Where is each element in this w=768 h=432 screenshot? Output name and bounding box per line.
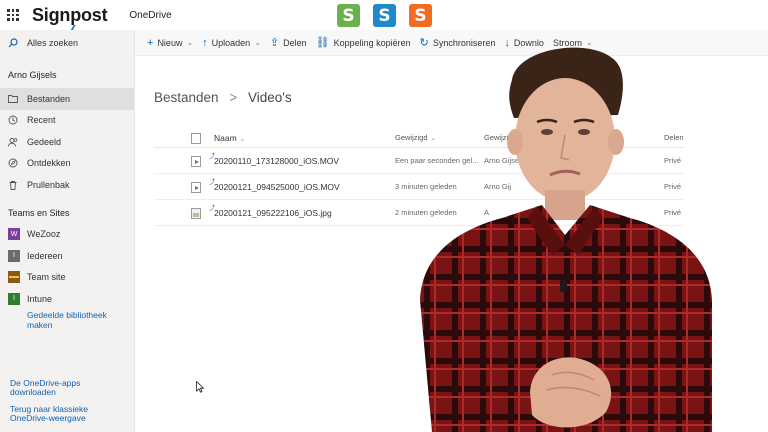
- chevron-down-icon: ⌄: [186, 38, 194, 47]
- chevron-down-icon: ⌄: [254, 38, 261, 47]
- site-item-team-site[interactable]: Team site: [0, 267, 134, 289]
- file-name[interactable]: 20200110_173128000_iOS.MOV: [214, 156, 339, 166]
- nav-item-prullenbak[interactable]: Prullenbak: [0, 174, 134, 196]
- new-button[interactable]: + Nieuw ⌄: [147, 37, 193, 49]
- link-line: OneDrive-weergave: [10, 413, 86, 423]
- file-name[interactable]: 20200121_095222106_iOS.jpg: [214, 208, 332, 218]
- site-item-label: Team site: [27, 272, 66, 283]
- breadcrumb-current: Video's: [247, 90, 292, 105]
- cmd-label: Nieuw: [157, 37, 183, 48]
- nav-item-label: Prullenbak: [27, 179, 70, 190]
- column-label: Naam: [214, 132, 237, 143]
- signpost-logo-orange: S: [409, 4, 432, 27]
- link-icon: ⛓: [315, 37, 330, 49]
- signpost-logo-green: S: [337, 4, 360, 27]
- left-nav: Alles zoeken Arno Gijsels Bestanden Rece…: [0, 30, 135, 432]
- video-file-icon: [191, 182, 201, 193]
- copy-link-button[interactable]: ⛓ Koppeling kopiëren: [316, 36, 411, 49]
- image-file-icon: [191, 208, 201, 219]
- upload-icon: ↑: [202, 36, 208, 49]
- app-name[interactable]: OneDrive: [129, 10, 171, 21]
- video-file-icon: [191, 156, 201, 167]
- site-item-label: WeZooz: [27, 229, 61, 240]
- search-icon: [8, 38, 18, 48]
- site-item-wezooz[interactable]: W WeZooz: [0, 224, 134, 246]
- site-item-intune[interactable]: I Intune: [0, 288, 134, 310]
- presenter-overlay: [420, 47, 712, 432]
- breadcrumb-root[interactable]: Bestanden: [154, 90, 219, 105]
- nav-item-gedeeld[interactable]: Gedeeld: [0, 131, 134, 153]
- site-item-label: Intune: [27, 293, 53, 304]
- user-name: Arno Gijsels: [8, 70, 57, 80]
- signpost-logos: S S S: [337, 4, 432, 27]
- cmd-label: Delen: [283, 37, 307, 48]
- site-item-iedereen[interactable]: I Iedereen: [0, 245, 134, 267]
- create-shared-library-link[interactable]: Gedeelde bibliotheek maken: [27, 310, 134, 330]
- brand-logo[interactable]: Signpost: [32, 5, 108, 31]
- mouse-cursor-icon: [196, 381, 204, 393]
- nav-item-bestanden[interactable]: Bestanden: [0, 88, 134, 110]
- nav-item-label: Gedeeld: [27, 136, 62, 147]
- breadcrumb-separator: >: [229, 90, 238, 105]
- sites-section-title: Teams en Sites: [8, 207, 70, 218]
- nav-item-label: Recent: [27, 115, 56, 126]
- site-avatar-icon: [8, 271, 20, 284]
- plus-icon: +: [147, 36, 154, 49]
- site-avatar-icon: I: [8, 249, 20, 262]
- search-box[interactable]: Alles zoeken: [0, 30, 134, 56]
- nav-item-label: Bestanden: [27, 93, 71, 104]
- folder-icon: [8, 94, 18, 104]
- search-placeholder: Alles zoeken: [27, 38, 79, 48]
- signpost-logo-blue: S: [373, 4, 396, 27]
- upload-button[interactable]: ↑ Uploaden ⌄: [202, 37, 261, 49]
- trash-icon: [8, 180, 18, 190]
- chevron-down-icon: ⌄: [239, 135, 246, 143]
- nav-item-recent[interactable]: Recent: [0, 110, 134, 132]
- site-avatar-icon: W: [8, 228, 20, 241]
- nav-item-ontdekken[interactable]: Ontdekken: [0, 153, 134, 175]
- download-apps-link[interactable]: De OneDrive-apps downloaden: [10, 379, 120, 397]
- cmd-label: Uploaden: [211, 37, 251, 48]
- column-header-name[interactable]: Naam ⌄: [214, 133, 245, 143]
- breadcrumb: Bestanden > Video's: [154, 90, 292, 105]
- clock-icon: [8, 115, 18, 125]
- file-type-icon[interactable]: [191, 133, 201, 144]
- suite-bar: Signpost OneDrive S S S: [0, 0, 768, 31]
- link-line: downloaden: [10, 387, 56, 397]
- share-icon: ⇪: [269, 37, 280, 49]
- cmd-label: Koppeling kopiëren: [333, 37, 411, 48]
- people-icon: [8, 137, 18, 147]
- site-item-label: Iedereen: [27, 250, 63, 261]
- classic-view-link[interactable]: Terug naar klassieke OneDrive-weergave: [10, 405, 120, 423]
- compass-icon: [8, 158, 18, 168]
- file-name[interactable]: 20200121_094525000_iOS.MOV: [214, 182, 340, 192]
- site-avatar-icon: I: [8, 292, 20, 305]
- nav-item-label: Ontdekken: [27, 158, 71, 169]
- share-button[interactable]: ⇪ Delen: [270, 36, 307, 49]
- app-launcher-icon[interactable]: [0, 0, 26, 30]
